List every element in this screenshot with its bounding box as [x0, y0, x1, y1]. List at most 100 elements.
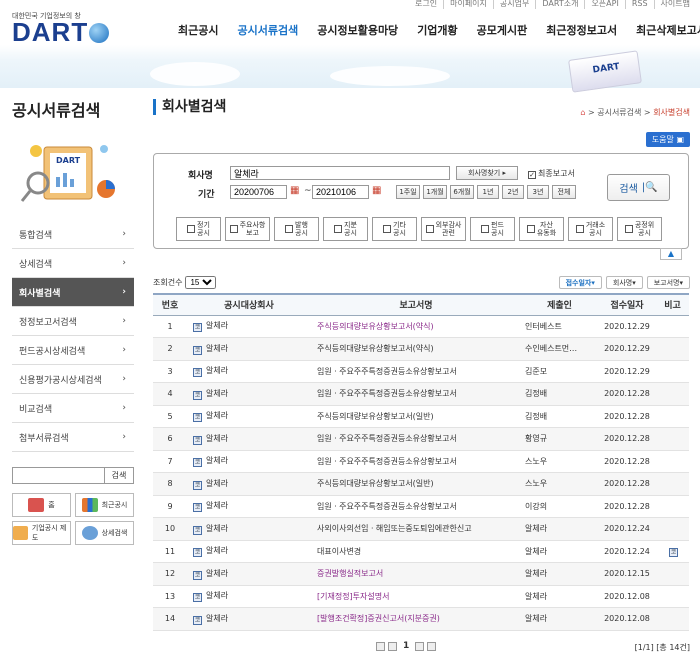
help-button[interactable]: 도움말 ▣ — [645, 132, 690, 147]
company-name[interactable]: 알체라 — [206, 344, 228, 353]
end-date-input[interactable] — [312, 185, 369, 199]
company-name[interactable]: 알체라 — [206, 569, 228, 578]
type-filter[interactable]: 지분 공시 — [323, 217, 368, 241]
quick-link-home[interactable]: 홈 — [12, 493, 71, 517]
breadcrumb-item[interactable]: 공시서류검색 — [597, 108, 641, 117]
row-report[interactable]: 임원ㆍ주요주주특정증권등소유상황보고서 — [311, 382, 521, 406]
quick-link-system[interactable]: 기업공시 제도 — [12, 521, 71, 545]
period-button[interactable]: 1년 — [477, 185, 499, 199]
company-input[interactable] — [230, 166, 450, 180]
util-link[interactable]: 오픈API — [584, 0, 624, 9]
company-name[interactable]: 알체라 — [206, 456, 228, 465]
type-filter[interactable]: 펀드 공시 — [470, 217, 515, 241]
period-button[interactable]: 1개월 — [423, 185, 447, 199]
util-link[interactable]: 공시업무 — [492, 0, 535, 9]
row-company[interactable]: 코 알체라 — [187, 472, 311, 496]
sidebar-item[interactable]: 펀드공시상세검색 › — [12, 336, 134, 365]
calendar-icon[interactable]: ▦ — [290, 185, 299, 196]
company-name[interactable]: 알체라 — [206, 546, 228, 555]
type-filter[interactable]: 자산 유동화 — [519, 217, 564, 241]
row-company[interactable]: 코 알체라 — [187, 427, 311, 451]
row-report[interactable]: [기재정정]투자설명서 — [311, 585, 521, 608]
row-company[interactable]: 코 알체라 — [187, 360, 311, 383]
quick-link-detail-search[interactable]: 상세검색 — [75, 521, 134, 545]
row-company[interactable]: 코 알체라 — [187, 495, 311, 518]
period-button[interactable]: 전체 — [552, 185, 576, 199]
company-name[interactable]: 알체라 — [206, 389, 228, 398]
sidebar-item[interactable]: 신용평가공시상세검색 › — [12, 365, 134, 394]
period-button[interactable]: 2년 — [502, 185, 524, 199]
row-report[interactable]: 임원ㆍ주요주주특정증권등소유상황보고서 — [311, 495, 521, 518]
nav-item[interactable]: 공시정보활용마당 — [317, 22, 398, 38]
sidebar-item[interactable]: 통합검색 › — [12, 220, 134, 249]
home-icon[interactable]: ⌂ — [580, 108, 585, 117]
type-filter[interactable]: 주요사항 보고 — [225, 217, 270, 241]
quick-link-recent[interactable]: 최근공시 — [75, 493, 134, 517]
company-name[interactable]: 알체라 — [206, 614, 228, 623]
type-filter[interactable]: 거래소 공시 — [568, 217, 613, 241]
sidebar-item[interactable]: 첨부서류검색 › — [12, 423, 134, 452]
nav-item[interactable]: 공모게시판 — [477, 22, 528, 38]
sidebar-item[interactable]: 정정보고서검색 › — [12, 307, 134, 336]
row-report[interactable]: 주식등의대량보유상황보고서(일반) — [311, 405, 521, 428]
row-report[interactable]: 임원ㆍ주요주주특정증권등소유상황보고서 — [311, 360, 521, 383]
first-page-icon[interactable] — [376, 641, 385, 651]
row-report[interactable]: 임원ㆍ주요주주특정증권등소유상황보고서 — [311, 427, 521, 451]
company-name[interactable]: 알체라 — [206, 411, 228, 420]
calendar-icon[interactable]: ▦ — [372, 185, 381, 196]
nav-item[interactable]: 최근정정보고서 — [546, 22, 617, 38]
type-filter[interactable]: 기타 공시 — [372, 217, 417, 241]
period-button[interactable]: 3년 — [527, 185, 549, 199]
row-report[interactable]: 임원ㆍ주요주주특정증권등소유상황보고서 — [311, 450, 521, 473]
company-name[interactable]: 알체라 — [206, 524, 228, 533]
row-company[interactable]: 코 알체라 — [187, 562, 311, 586]
row-report[interactable]: 대표이사변경 — [311, 540, 521, 563]
row-company[interactable]: 코 알체라 — [187, 450, 311, 473]
row-company[interactable]: 코 알체라 — [187, 337, 311, 361]
start-date-input[interactable] — [230, 185, 287, 199]
row-report[interactable]: 사외이사의선임ㆍ해임또는중도퇴임에관한신고 — [311, 517, 521, 541]
sidebar-item[interactable]: 상세검색 › — [12, 249, 134, 278]
row-report[interactable]: 주식등의대량보유상황보고서(약식) — [311, 315, 521, 338]
prev-page-icon[interactable] — [388, 641, 397, 651]
row-report[interactable]: 증권발행실적보고서 — [311, 562, 521, 586]
util-link[interactable]: RSS — [624, 0, 654, 9]
util-link[interactable]: 사이트맵 — [653, 0, 696, 9]
company-name[interactable]: 알체라 — [206, 501, 228, 510]
type-filter[interactable]: 외부감사 관련 — [421, 217, 466, 241]
row-company[interactable]: 코 알체라 — [187, 405, 311, 428]
company-name[interactable]: 알체라 — [206, 321, 228, 330]
company-find-button[interactable]: 회사명찾기 ▸ — [456, 166, 518, 180]
count-select[interactable]: 15 — [185, 276, 217, 289]
sort-button[interactable]: 보고서명 ▾ — [646, 276, 690, 289]
row-company[interactable]: 코 알체라 — [187, 315, 311, 338]
row-report[interactable]: 주식등의대량보유상황보고서(약식) — [311, 337, 521, 361]
row-company[interactable]: 코 알체라 — [187, 517, 311, 541]
sort-button[interactable]: 회사명 ▾ — [605, 276, 643, 289]
period-button[interactable]: 1주일 — [396, 185, 420, 199]
page-number[interactable]: 1 — [403, 641, 409, 651]
period-button[interactable]: 6개월 — [450, 185, 474, 199]
last-page-icon[interactable] — [427, 641, 437, 651]
company-name[interactable]: 알체라 — [206, 434, 228, 443]
dart-logo[interactable]: DART — [12, 17, 110, 48]
row-company[interactable]: 코 알체라 — [187, 585, 311, 608]
util-link[interactable]: 마이페이지 — [443, 0, 493, 9]
collapse-button[interactable]: ▲ — [660, 248, 682, 260]
row-report[interactable]: [발행조건확정]증권신고서(지분증권) — [311, 607, 521, 631]
final-report-checkbox[interactable]: ✓ 최종보고서 — [528, 168, 575, 179]
type-filter[interactable]: 공정위 공시 — [617, 217, 662, 241]
nav-item[interactable]: 최근삭제보고서 — [636, 22, 700, 38]
row-company[interactable]: 코 알체라 — [187, 607, 311, 631]
util-link[interactable]: DART소개 — [535, 0, 584, 9]
sidebar-search-input[interactable] — [12, 467, 105, 484]
company-name[interactable]: 알체라 — [206, 479, 228, 488]
sort-button[interactable]: 접수일자 ▾ — [558, 276, 602, 289]
nav-item[interactable]: 공시서류검색 — [237, 22, 298, 38]
nav-item[interactable]: 기업개황 — [417, 22, 457, 38]
sidebar-item[interactable]: 회사별검색 › — [12, 278, 134, 307]
type-filter[interactable]: 발행 공시 — [274, 217, 319, 241]
util-link[interactable]: 로그인 — [409, 0, 443, 9]
search-button[interactable]: 검색 |🔍 — [607, 174, 670, 201]
sidebar-search-button[interactable]: 검색 — [105, 467, 134, 484]
